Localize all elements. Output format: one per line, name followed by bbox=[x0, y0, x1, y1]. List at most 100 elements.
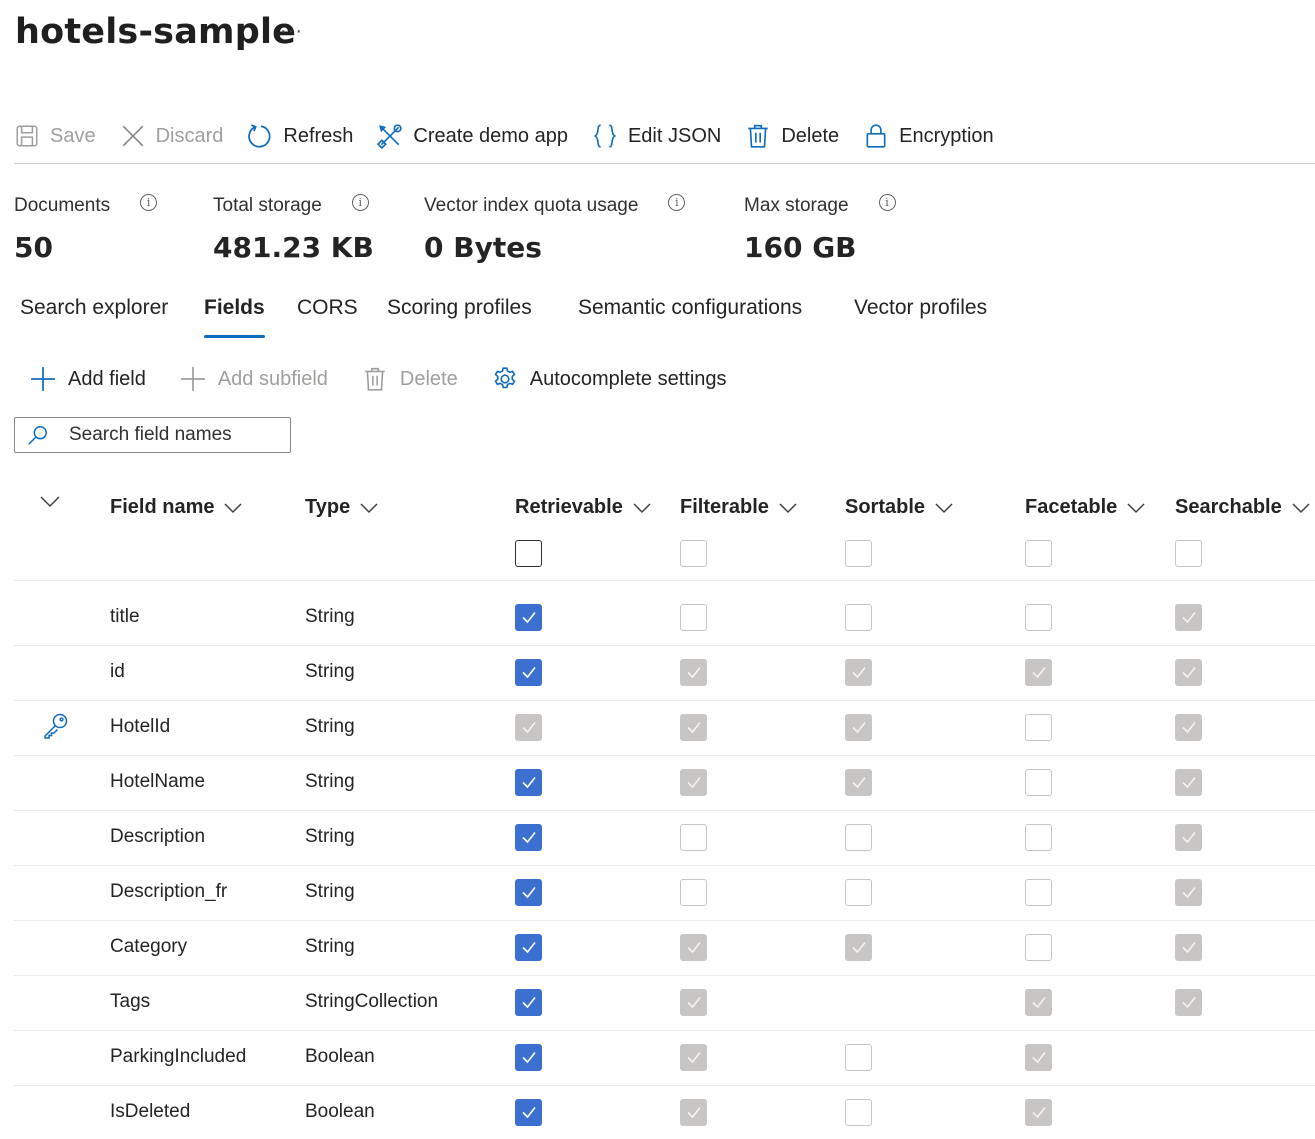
filterable-checkbox[interactable] bbox=[680, 823, 707, 851]
sortable-checkbox[interactable] bbox=[845, 878, 872, 906]
column-header-type[interactable]: Type bbox=[305, 496, 378, 519]
retrievable-checkbox[interactable] bbox=[515, 603, 542, 631]
column-header-filterable[interactable]: Filterable bbox=[680, 496, 797, 519]
edit-json-button[interactable]: Edit JSON bbox=[592, 112, 721, 160]
tab-cors[interactable]: CORS bbox=[297, 296, 358, 320]
select-all-retrievable-checkbox[interactable] bbox=[515, 540, 542, 567]
filterable-checkbox[interactable] bbox=[680, 988, 707, 1016]
column-header-facetable[interactable]: Facetable bbox=[1025, 496, 1145, 519]
searchable-checkbox[interactable] bbox=[1175, 603, 1202, 631]
refresh-button[interactable]: Refresh bbox=[247, 112, 353, 160]
filterable-checkbox[interactable] bbox=[680, 1098, 707, 1126]
select-all-filterable-checkbox[interactable] bbox=[680, 540, 707, 567]
delete-field-button[interactable]: Delete bbox=[362, 366, 458, 392]
tools-icon bbox=[377, 123, 403, 149]
column-header-field-name[interactable]: Field name bbox=[110, 496, 243, 519]
sortable-checkbox[interactable] bbox=[845, 1043, 872, 1071]
tab-vector-profiles[interactable]: Vector profiles bbox=[854, 296, 987, 320]
sortable-checkbox[interactable] bbox=[845, 603, 872, 631]
facetable-checkbox[interactable] bbox=[1025, 603, 1052, 631]
discard-button[interactable]: Discard bbox=[120, 112, 223, 160]
sortable-checkbox[interactable] bbox=[845, 658, 872, 686]
info-icon[interactable]: i bbox=[351, 193, 369, 211]
searchable-checkbox[interactable] bbox=[1175, 933, 1202, 961]
field-name-cell[interactable]: id bbox=[110, 661, 125, 683]
searchable-checkbox[interactable] bbox=[1175, 878, 1202, 906]
field-type-cell: StringCollection bbox=[305, 990, 439, 1012]
filterable-checkbox[interactable] bbox=[680, 768, 707, 796]
autocomplete-settings-button[interactable]: Autocomplete settings bbox=[492, 366, 727, 392]
edit-json-label: Edit JSON bbox=[627, 124, 722, 147]
sortable-checkbox[interactable] bbox=[845, 1098, 872, 1126]
create-demo-app-button[interactable]: Create demo app bbox=[377, 112, 568, 160]
facetable-checkbox[interactable] bbox=[1025, 1098, 1052, 1126]
searchable-checkbox[interactable] bbox=[1175, 658, 1202, 686]
search-input[interactable] bbox=[69, 424, 269, 446]
gear-icon bbox=[492, 366, 518, 392]
searchable-checkbox[interactable] bbox=[1175, 823, 1202, 851]
select-all-searchable-checkbox[interactable] bbox=[1175, 540, 1202, 567]
retrievable-checkbox[interactable] bbox=[515, 878, 542, 906]
facetable-checkbox[interactable] bbox=[1025, 658, 1052, 686]
expand-all-chevron[interactable] bbox=[40, 496, 60, 508]
retrievable-checkbox[interactable] bbox=[515, 1098, 542, 1126]
field-name-cell[interactable]: HotelName bbox=[110, 771, 205, 793]
field-name-cell[interactable]: Description_fr bbox=[110, 881, 227, 903]
sortable-checkbox[interactable] bbox=[845, 823, 872, 851]
sortable-checkbox[interactable] bbox=[845, 713, 872, 741]
info-icon[interactable]: i bbox=[878, 193, 896, 211]
more-options-icon[interactable]: ··· bbox=[280, 20, 303, 43]
searchable-checkbox[interactable] bbox=[1175, 713, 1202, 741]
tab-semantic-configurations[interactable]: Semantic configurations bbox=[578, 296, 802, 320]
facetable-checkbox[interactable] bbox=[1025, 823, 1052, 851]
encryption-button[interactable]: Encryption bbox=[863, 112, 994, 160]
add-subfield-button[interactable]: Add subfield bbox=[180, 366, 328, 392]
searchable-checkbox[interactable] bbox=[1175, 988, 1202, 1016]
sortable-checkbox[interactable] bbox=[845, 933, 872, 961]
facetable-checkbox[interactable] bbox=[1025, 988, 1052, 1016]
field-name-cell[interactable]: Description bbox=[110, 826, 205, 848]
column-header-sortable[interactable]: Sortable bbox=[845, 496, 953, 519]
retrievable-checkbox[interactable] bbox=[515, 823, 542, 851]
search-field-names[interactable] bbox=[14, 417, 291, 453]
filterable-checkbox[interactable] bbox=[680, 658, 707, 686]
retrievable-checkbox[interactable] bbox=[515, 933, 542, 961]
filterable-checkbox[interactable] bbox=[680, 603, 707, 631]
info-icon[interactable]: i bbox=[668, 193, 686, 211]
retrievable-checkbox[interactable] bbox=[515, 988, 542, 1016]
field-name-cell[interactable]: HotelId bbox=[110, 716, 170, 738]
facetable-checkbox[interactable] bbox=[1025, 878, 1052, 906]
facetable-checkbox[interactable] bbox=[1025, 713, 1052, 741]
filterable-checkbox[interactable] bbox=[680, 878, 707, 906]
retrievable-checkbox[interactable] bbox=[515, 658, 542, 686]
tab-scoring-profiles[interactable]: Scoring profiles bbox=[387, 296, 532, 320]
column-header-retrievable[interactable]: Retrievable bbox=[515, 496, 651, 519]
facetable-checkbox[interactable] bbox=[1025, 1043, 1052, 1071]
facetable-checkbox[interactable] bbox=[1025, 768, 1052, 796]
column-header-label: Sortable bbox=[845, 496, 926, 518]
select-all-facetable-checkbox[interactable] bbox=[1025, 540, 1052, 567]
field-name-cell[interactable]: Category bbox=[110, 936, 187, 958]
column-header-searchable[interactable]: Searchable bbox=[1175, 496, 1310, 519]
save-button[interactable]: Save bbox=[14, 112, 96, 160]
tab-fields[interactable]: Fields bbox=[204, 296, 265, 338]
filterable-checkbox[interactable] bbox=[680, 1043, 707, 1071]
field-name-cell[interactable]: Tags bbox=[110, 991, 150, 1013]
retrievable-checkbox[interactable] bbox=[515, 713, 542, 741]
searchable-checkbox[interactable] bbox=[1175, 768, 1202, 796]
retrievable-checkbox[interactable] bbox=[515, 1043, 542, 1071]
documents-stat: Documents i 50 bbox=[14, 193, 158, 264]
tab-search-explorer[interactable]: Search explorer bbox=[20, 296, 168, 320]
select-all-sortable-checkbox[interactable] bbox=[845, 540, 872, 567]
filterable-checkbox[interactable] bbox=[680, 933, 707, 961]
field-name-cell[interactable]: title bbox=[110, 606, 140, 628]
retrievable-checkbox[interactable] bbox=[515, 768, 542, 796]
facetable-checkbox[interactable] bbox=[1025, 933, 1052, 961]
sortable-checkbox[interactable] bbox=[845, 768, 872, 796]
add-field-button[interactable]: Add field bbox=[30, 366, 146, 392]
info-icon[interactable]: i bbox=[140, 193, 158, 211]
delete-index-button[interactable]: Delete bbox=[745, 112, 839, 160]
field-name-cell[interactable]: IsDeleted bbox=[110, 1101, 190, 1123]
field-name-cell[interactable]: ParkingIncluded bbox=[110, 1046, 246, 1068]
filterable-checkbox[interactable] bbox=[680, 713, 707, 741]
